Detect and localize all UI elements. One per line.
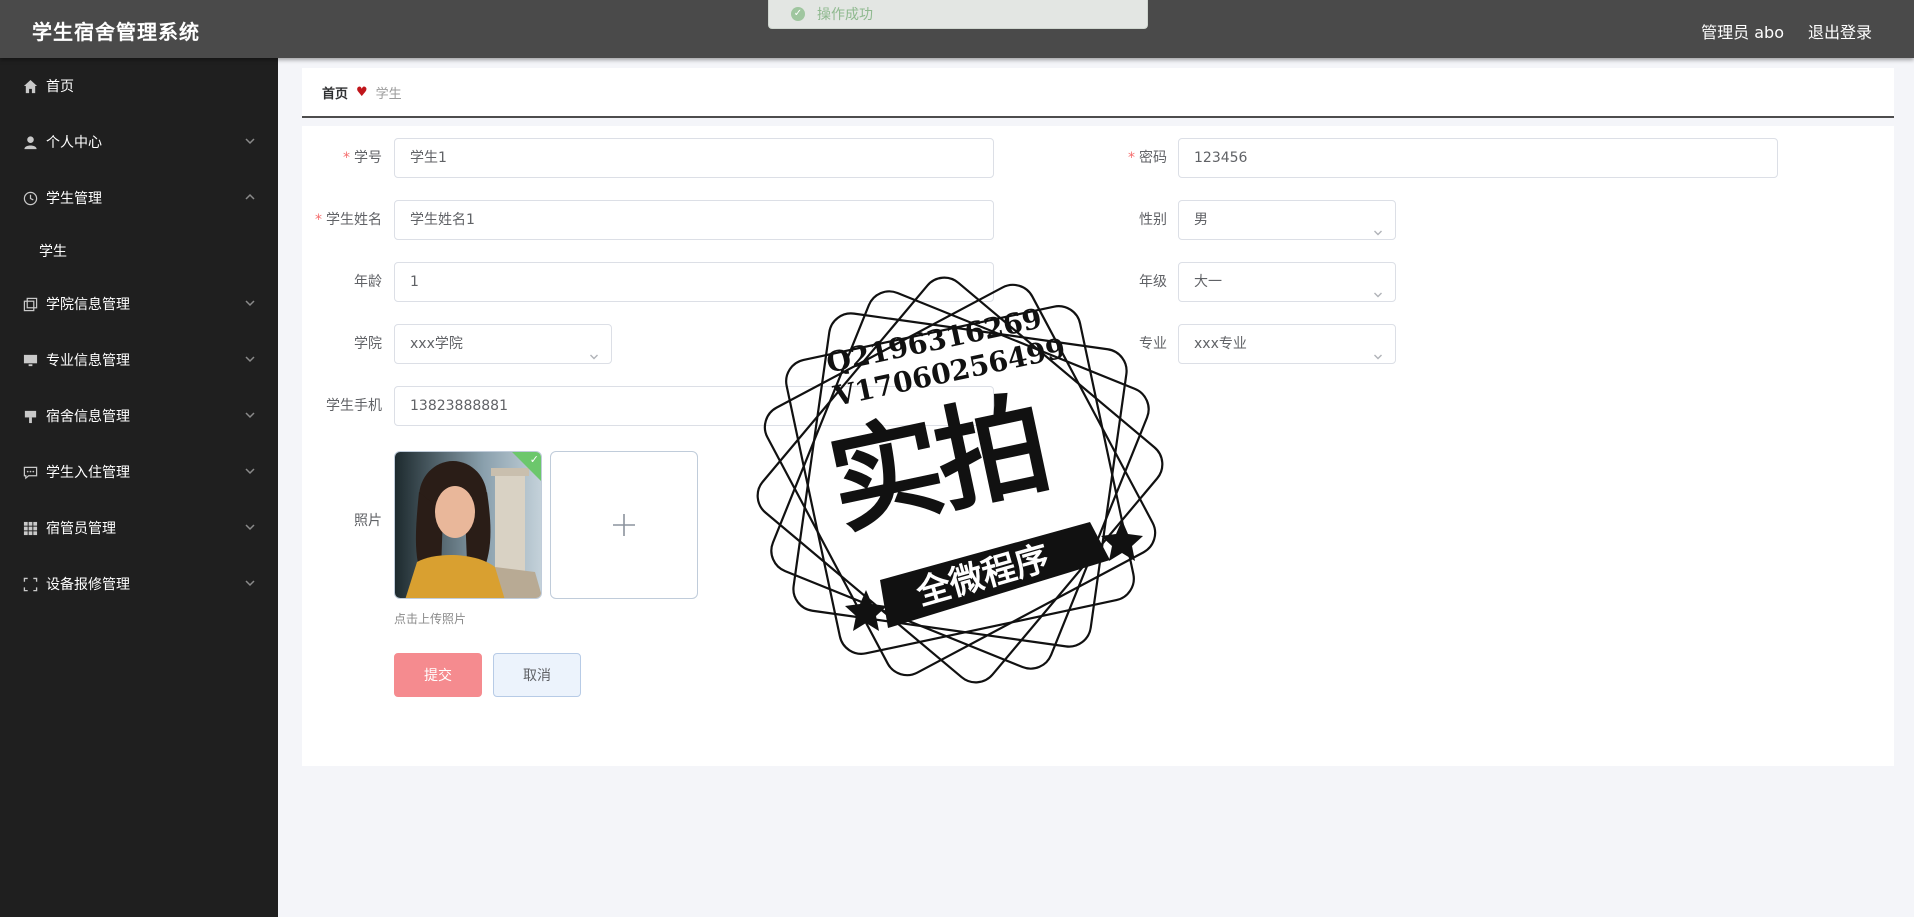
password-label: * 密码 bbox=[1128, 150, 1167, 166]
breadcrumb-home[interactable]: 首页 bbox=[322, 83, 348, 102]
breadcrumb-current: 学生 bbox=[375, 86, 402, 102]
success-toast: ✓ 操作成功 bbox=[768, 0, 1148, 29]
grade-value: 大一 bbox=[1194, 274, 1222, 290]
toast-message: 操作成功 bbox=[817, 7, 873, 23]
photo-label: 照片 bbox=[354, 513, 382, 529]
sidebar-item-major-info[interactable]: 专业信息管理 bbox=[0, 332, 278, 388]
sidebar-item-dorm-info[interactable]: 宿舍信息管理 bbox=[0, 388, 278, 444]
chevron-down-icon bbox=[589, 339, 599, 360]
sidebar-subitem-student[interactable]: 学生 bbox=[0, 226, 278, 276]
sidebar-item-label: 专业信息管理 bbox=[46, 353, 130, 369]
copy-icon bbox=[22, 296, 38, 312]
sidebar-item-personal-center[interactable]: 个人中心 bbox=[0, 114, 278, 170]
home-icon bbox=[22, 78, 38, 94]
gender-label: 性别 bbox=[1139, 212, 1167, 228]
major-select[interactable]: xxx专业 bbox=[1178, 324, 1396, 364]
student-form: * 学号 学生1 * 密码 123456 * 学生姓名 学生姓名1 性别 男 年龄 1… bbox=[302, 126, 1894, 766]
sidebar-item-label: 学院信息管理 bbox=[46, 297, 130, 313]
sidebar-item-label: 宿舍信息管理 bbox=[46, 409, 130, 425]
chevron-down-icon bbox=[244, 297, 256, 309]
student-no-label: * 学号 bbox=[343, 150, 382, 166]
chevron-down-icon bbox=[244, 135, 256, 147]
chevron-down-icon bbox=[1373, 277, 1383, 298]
breadcrumb: 首页 ♥ 学生 bbox=[302, 68, 1894, 118]
cancel-button[interactable]: 取消 bbox=[493, 653, 581, 697]
student-no-input[interactable]: 学生1 bbox=[394, 138, 994, 178]
sidebar-item-student-management[interactable]: 学生管理 bbox=[0, 170, 278, 226]
main-content: 首页 ♥ 学生 * 学号 学生1 * 密码 123456 * 学生姓名 学生姓名1 性… bbox=[302, 68, 1894, 766]
sidebar-item-checkin-management[interactable]: 学生入住管理 bbox=[0, 444, 278, 500]
name-input[interactable]: 学生姓名1 bbox=[394, 200, 994, 240]
sidebar-menu: 首页 个人中心 学生管理 学生 学院信息管理 专业信息管理 宿舍信息管理 学生入… bbox=[0, 58, 278, 917]
sidebar-item-repair-management[interactable]: 设备报修管理 bbox=[0, 556, 278, 612]
student-photo[interactable]: ✓ bbox=[394, 451, 542, 599]
grid-icon bbox=[22, 520, 38, 536]
check-circle-icon: ✓ bbox=[791, 7, 805, 21]
phone-label: 学生手机 bbox=[326, 398, 382, 414]
chevron-down-icon bbox=[244, 353, 256, 365]
chevron-down-icon bbox=[244, 465, 256, 477]
submit-button[interactable]: 提交 bbox=[394, 653, 482, 697]
chevron-up-icon bbox=[244, 191, 256, 203]
fullscreen-icon bbox=[22, 576, 38, 592]
chevron-down-icon bbox=[1373, 339, 1383, 360]
major-label: 专业 bbox=[1139, 336, 1167, 352]
user-icon bbox=[22, 134, 38, 150]
upload-photo-button[interactable] bbox=[550, 451, 698, 599]
gender-value: 男 bbox=[1194, 212, 1208, 228]
app-title: 学生宿舍管理系统 bbox=[32, 20, 200, 44]
header-actions: 管理员 abo 退出登录 bbox=[1701, 19, 1872, 43]
college-value: xxx学院 bbox=[410, 336, 463, 352]
college-label: 学院 bbox=[354, 336, 382, 352]
upload-hint: 点击上传照片 bbox=[394, 612, 467, 626]
monitor-icon bbox=[22, 352, 38, 368]
sidebar-item-label: 设备报修管理 bbox=[46, 577, 130, 593]
chevron-down-icon bbox=[244, 409, 256, 421]
grade-label: 年级 bbox=[1139, 274, 1167, 290]
sidebar-item-label: 首页 bbox=[46, 79, 74, 95]
clock-icon bbox=[22, 190, 38, 206]
sidebar-item-label: 宿管员管理 bbox=[46, 521, 116, 537]
sidebar-item-college-info[interactable]: 学院信息管理 bbox=[0, 276, 278, 332]
heart-icon: ♥ bbox=[356, 84, 368, 100]
sidebar-item-label: 学生入住管理 bbox=[46, 465, 130, 481]
sidebar-item-label: 个人中心 bbox=[46, 135, 102, 151]
chevron-down-icon bbox=[244, 521, 256, 533]
chevron-down-icon bbox=[1373, 215, 1383, 236]
check-icon: ✓ bbox=[529, 453, 539, 466]
major-value: xxx专业 bbox=[1194, 336, 1247, 352]
age-label: 年龄 bbox=[354, 274, 382, 290]
logout-link[interactable]: 退出登录 bbox=[1808, 19, 1872, 43]
plus-icon bbox=[613, 514, 635, 536]
admin-user-label[interactable]: 管理员 abo bbox=[1701, 19, 1784, 43]
stamp-icon bbox=[22, 408, 38, 424]
sidebar-item-home[interactable]: 首页 bbox=[0, 58, 278, 114]
age-input[interactable]: 1 bbox=[394, 262, 994, 302]
grade-select[interactable]: 大一 bbox=[1178, 262, 1396, 302]
name-label: * 学生姓名 bbox=[315, 212, 382, 228]
chevron-down-icon bbox=[244, 577, 256, 589]
phone-input[interactable]: 13823888881 bbox=[394, 386, 994, 426]
message-icon bbox=[22, 464, 38, 480]
gender-select[interactable]: 男 bbox=[1178, 200, 1396, 240]
college-select[interactable]: xxx学院 bbox=[394, 324, 612, 364]
sidebar-item-label: 学生管理 bbox=[46, 191, 102, 207]
sidebar-item-dorm-manager[interactable]: 宿管员管理 bbox=[0, 500, 278, 556]
password-input[interactable]: 123456 bbox=[1178, 138, 1778, 178]
